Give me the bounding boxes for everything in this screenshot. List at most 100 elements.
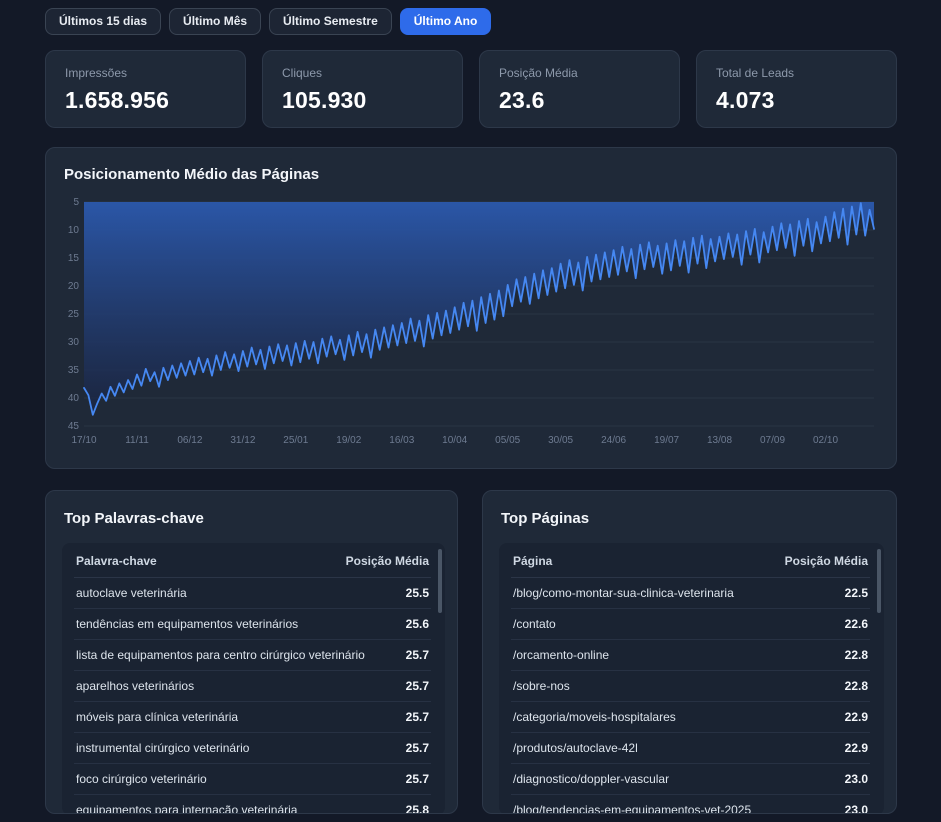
position-cell: 25.7 (406, 741, 429, 755)
stat-value: 1.658.956 (65, 87, 226, 114)
column-header-position: Posição Média (785, 554, 868, 568)
stat-card-clicks: Cliques 105.930 (262, 50, 463, 128)
page-row: /produtos/autoclave-42l 22.9 (511, 733, 870, 764)
seo-dashboard: Últimos 15 dias Último Mês Último Semest… (0, 0, 941, 814)
position-cell: 22.5 (845, 586, 868, 600)
label-cell: equipamentos para internação veterinária (76, 803, 297, 814)
keyword-row: foco cirúrgico veterinário 25.7 (74, 764, 431, 795)
label-cell: /produtos/autoclave-42l (513, 741, 638, 755)
position-cell: 25.7 (406, 648, 429, 662)
stat-label: Total de Leads (716, 66, 877, 80)
svg-text:35: 35 (68, 365, 80, 376)
chart-title: Posicionamento Médio das Páginas (64, 166, 880, 183)
keyword-row: tendências em equipamentos veterinários 2… (74, 609, 431, 640)
position-cell: 22.9 (845, 710, 868, 724)
label-cell: /categoria/moveis-hospitalares (513, 710, 676, 724)
pages-table-body: /blog/como-montar-sua-clinica-veterinari… (511, 578, 870, 814)
stat-label: Impressões (65, 66, 226, 80)
position-cell: 25.7 (406, 679, 429, 693)
label-cell: tendências em equipamentos veterinários (76, 617, 298, 631)
filter-button-ultimos-15-dias[interactable]: Últimos 15 dias (45, 8, 161, 35)
filter-button-ultimo-ano[interactable]: Último Ano (400, 8, 492, 35)
svg-text:25/01: 25/01 (283, 435, 308, 446)
keywords-table-body: autoclave veterinária25.5tendências em e… (74, 578, 431, 814)
tables-row: Top Palavras-chave Palavra-chave Posição… (45, 490, 897, 814)
label-cell: lista de equipamentos para centro cirúrg… (76, 648, 365, 662)
page-row: /sobre-nos 22.8 (511, 671, 870, 702)
svg-text:31/12: 31/12 (230, 435, 255, 446)
svg-text:16/03: 16/03 (389, 435, 414, 446)
label-cell: /diagnostico/doppler-vascular (513, 772, 669, 786)
label-cell: /blog/como-montar-sua-clinica-veterinari… (513, 586, 734, 600)
stat-label: Posição Média (499, 66, 660, 80)
svg-text:10/04: 10/04 (442, 435, 467, 446)
svg-text:19/02: 19/02 (336, 435, 361, 446)
stat-value: 105.930 (282, 87, 443, 114)
svg-text:10: 10 (68, 225, 80, 236)
keywords-table[interactable]: Palavra-chave Posição Média autoclave ve… (62, 543, 445, 814)
filter-button-ultimo-semestre[interactable]: Último Semestre (269, 8, 392, 35)
column-header-page: Página (513, 554, 552, 568)
svg-text:5: 5 (73, 197, 79, 208)
svg-text:05/05: 05/05 (495, 435, 520, 446)
page-row: /orcamento-online22.8 (511, 640, 870, 671)
svg-text:19/07: 19/07 (654, 435, 679, 446)
label-cell: /blog/tendencias-em-equipamentos-vet-202… (513, 803, 751, 814)
position-cell: 25.6 (406, 617, 429, 631)
label-cell: aparelhos veterinários (76, 679, 194, 693)
position-cell: 22.8 (845, 648, 868, 662)
position-cell: 22.6 (845, 617, 868, 631)
top-keywords-card: Top Palavras-chave Palavra-chave Posição… (45, 490, 458, 814)
position-cell: 25.8 (406, 803, 429, 814)
keyword-row: aparelhos veterinários 25.7 (74, 671, 431, 702)
position-line-chart: 5101520253035404517/1011/1106/1231/1225/… (62, 197, 882, 449)
label-cell: autoclave veterinária (76, 586, 187, 600)
label-cell: instrumental cirúrgico veterinário (76, 741, 249, 755)
label-cell: /contato (513, 617, 556, 631)
top-pages-card: Top Páginas Página Posição Média /blog/c… (482, 490, 897, 814)
keywords-table-title: Top Palavras-chave (64, 510, 445, 527)
stat-card-total-leads: Total de Leads 4.073 (696, 50, 897, 128)
svg-text:17/10: 17/10 (71, 435, 96, 446)
page-row: /categoria/moveis-hospitalares 22.9 (511, 702, 870, 733)
column-header-keyword: Palavra-chave (76, 554, 157, 568)
keyword-row: equipamentos para internação veterinária… (74, 795, 431, 814)
svg-text:25: 25 (68, 309, 80, 320)
svg-text:06/12: 06/12 (177, 435, 202, 446)
svg-text:07/09: 07/09 (760, 435, 785, 446)
svg-text:11/11: 11/11 (125, 435, 149, 446)
position-cell: 22.9 (845, 741, 868, 755)
stat-cards-row: Impressões 1.658.956 Cliques 105.930 Pos… (45, 50, 897, 128)
page-row: /blog/tendencias-em-equipamentos-vet-202… (511, 795, 870, 814)
position-cell: 23.0 (845, 772, 868, 786)
position-cell: 22.8 (845, 679, 868, 693)
page-row: /blog/como-montar-sua-clinica-veterinari… (511, 578, 870, 609)
filter-button-ultimo-mes[interactable]: Último Mês (169, 8, 261, 35)
label-cell: foco cirúrgico veterinário (76, 772, 207, 786)
svg-text:13/08: 13/08 (707, 435, 732, 446)
keywords-scrollbar-thumb[interactable] (438, 549, 442, 613)
label-cell: móveis para clínica veterinária (76, 710, 238, 724)
svg-text:30: 30 (68, 337, 80, 348)
position-cell: 25.7 (406, 710, 429, 724)
pages-table-title: Top Páginas (501, 510, 884, 527)
svg-text:24/06: 24/06 (601, 435, 626, 446)
date-filter-group: Últimos 15 dias Último Mês Último Semest… (45, 8, 897, 35)
svg-text:40: 40 (68, 393, 80, 404)
pages-scrollbar-thumb[interactable] (877, 549, 881, 613)
page-row: /contato 22.6 (511, 609, 870, 640)
stat-card-avg-position: Posição Média 23.6 (479, 50, 680, 128)
avg-position-chart-card: Posicionamento Médio das Páginas 5101520… (45, 147, 897, 469)
stat-value: 4.073 (716, 87, 877, 114)
svg-text:02/10: 02/10 (813, 435, 838, 446)
page-row: /diagnostico/doppler-vascular 23.0 (511, 764, 870, 795)
pages-table[interactable]: Página Posição Média /blog/como-montar-s… (499, 543, 884, 814)
position-cell: 23.0 (845, 803, 868, 814)
keyword-row: móveis para clínica veterinária 25.7 (74, 702, 431, 733)
label-cell: /sobre-nos (513, 679, 570, 693)
stat-value: 23.6 (499, 87, 660, 114)
position-cell: 25.7 (406, 772, 429, 786)
svg-text:45: 45 (68, 421, 80, 432)
svg-text:20: 20 (68, 281, 80, 292)
position-chart-svg: 5101520253035404517/1011/1106/1231/1225/… (62, 197, 882, 449)
